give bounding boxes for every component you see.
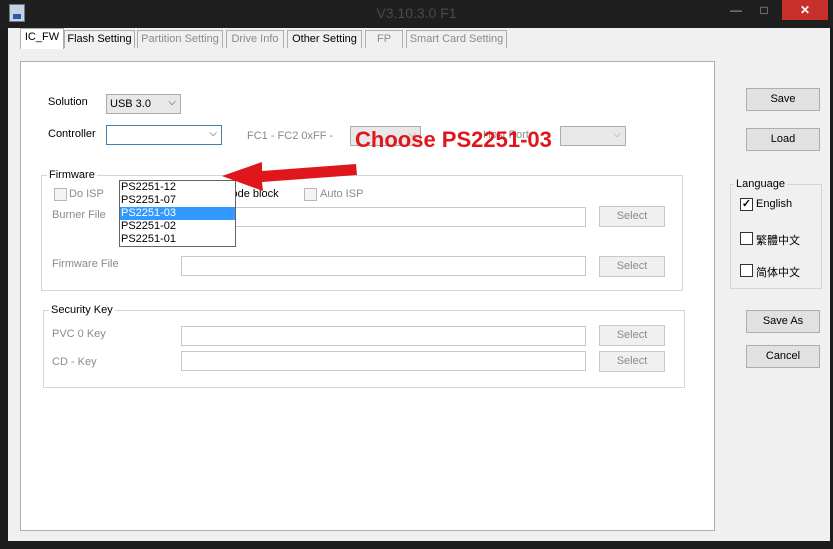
- tab-ic-fw[interactable]: IC_FW: [20, 28, 64, 49]
- burner-file-input[interactable]: [181, 207, 586, 227]
- window-title: V3.10.3.0 F1: [376, 5, 457, 21]
- pvc-select-button[interactable]: Select: [599, 325, 665, 346]
- do-isp-label: Do ISP: [69, 188, 104, 200]
- auto-isp-label: Auto ISP: [320, 188, 364, 200]
- firmware-file-input[interactable]: [181, 256, 586, 276]
- maximize-button[interactable]: □: [750, 0, 778, 20]
- pvc-key-label: PVC 0 Key: [52, 328, 106, 340]
- burner-file-label: Burner File: [52, 209, 106, 221]
- cd-key-label: CD - Key: [52, 356, 97, 368]
- firmware-file-label: Firmware File: [52, 258, 119, 270]
- security-key-group-title: Security Key: [49, 304, 115, 316]
- fc-label: FC1 - FC2 0xFF -: [247, 130, 334, 142]
- english-label: English: [756, 198, 793, 210]
- cd-select-button[interactable]: Select: [599, 351, 665, 372]
- tab-flash-setting[interactable]: Flash Setting: [64, 30, 135, 48]
- annotation-text: Choose PS2251-03: [355, 127, 552, 152]
- cancel-button[interactable]: Cancel: [746, 345, 820, 368]
- language-title: Language: [734, 178, 787, 190]
- traditional-chinese-checkbox[interactable]: [740, 232, 753, 245]
- tab-other-setting[interactable]: Other Setting: [287, 30, 362, 48]
- language-group: Language ✓ English 繁體中文 简体中文: [730, 178, 822, 289]
- tab-drive-info[interactable]: Drive Info: [226, 30, 284, 48]
- controller-option-ps2251-01[interactable]: PS2251-01: [120, 233, 235, 246]
- pvc-key-input[interactable]: [181, 326, 586, 346]
- minimize-button[interactable]: —: [722, 0, 750, 20]
- close-button[interactable]: ✕: [782, 0, 828, 20]
- cd-key-input[interactable]: [181, 351, 586, 371]
- firmware-select-button[interactable]: Select: [599, 256, 665, 277]
- chevron-down-icon: ⌵: [168, 97, 176, 108]
- load-button[interactable]: Load: [746, 128, 820, 151]
- auto-isp-checkbox[interactable]: [304, 188, 317, 201]
- tab-partition-setting[interactable]: Partition Setting: [137, 30, 223, 48]
- do-isp-checkbox[interactable]: [54, 188, 67, 201]
- solution-label: Solution: [48, 96, 88, 108]
- burner-select-button[interactable]: Select: [599, 206, 665, 227]
- save-button[interactable]: Save: [746, 88, 820, 111]
- solution-value: USB 3.0: [110, 98, 151, 110]
- traditional-chinese-label: 繁體中文: [756, 235, 800, 247]
- security-key-group: Security Key: [43, 304, 685, 388]
- host-port-select[interactable]: ⌵: [560, 126, 626, 146]
- simplified-chinese-checkbox[interactable]: [740, 264, 753, 277]
- simplified-chinese-label: 简体中文: [756, 267, 800, 279]
- controller-option-ps2251-02[interactable]: PS2251-02: [120, 220, 235, 233]
- tab-fp[interactable]: FP: [365, 30, 403, 48]
- save-as-button[interactable]: Save As: [746, 310, 820, 333]
- english-checkbox[interactable]: ✓: [740, 198, 753, 211]
- controller-option-ps2251-07[interactable]: PS2251-07: [120, 194, 235, 207]
- solution-select[interactable]: USB 3.0 ⌵: [106, 94, 181, 114]
- controller-label: Controller: [48, 128, 96, 140]
- window-client-area: IC_FW Flash Setting Partition Setting Dr…: [8, 28, 830, 541]
- chevron-down-icon: ⌵: [613, 129, 621, 140]
- controller-option-ps2251-03[interactable]: PS2251-03: [120, 207, 235, 220]
- controller-select[interactable]: ⌵: [106, 125, 222, 145]
- controller-dropdown-list: PS2251-12 PS2251-07 PS2251-03 PS2251-02 …: [119, 180, 236, 247]
- controller-option-ps2251-12[interactable]: PS2251-12: [120, 181, 235, 194]
- firmware-group-title: Firmware: [47, 169, 97, 181]
- tab-smart-card-setting[interactable]: Smart Card Setting: [406, 30, 507, 48]
- title-bar: V3.10.3.0 F1 — □ ✕: [0, 0, 833, 28]
- chevron-down-icon: ⌵: [209, 128, 217, 139]
